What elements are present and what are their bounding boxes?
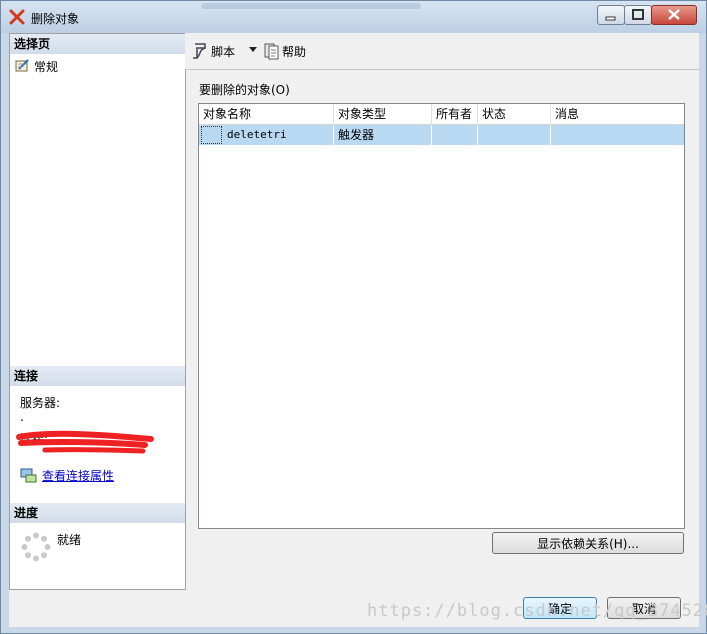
minimize-button[interactable] bbox=[597, 5, 625, 25]
table-row[interactable]: deletetri 触发器 bbox=[199, 125, 684, 145]
progress-header: 进度 bbox=[10, 503, 185, 523]
minimize-icon bbox=[605, 16, 616, 21]
progress-status: 就绪 bbox=[57, 533, 82, 547]
general-page-icon bbox=[15, 59, 29, 72]
cell-message bbox=[551, 125, 684, 145]
view-connection-properties-label: 查看连接属性 bbox=[42, 469, 115, 483]
title-bar-blur bbox=[201, 3, 421, 9]
maximize-icon bbox=[632, 9, 644, 20]
close-icon bbox=[668, 9, 680, 20]
column-header-object-name[interactable]: 对象名称 bbox=[199, 104, 334, 124]
column-header-message[interactable]: 消息 bbox=[551, 104, 684, 124]
script-icon bbox=[193, 43, 206, 59]
connection-properties-icon bbox=[20, 468, 37, 483]
help-label: 帮助 bbox=[282, 45, 307, 59]
objects-to-delete-label: 要删除的对象(O) bbox=[199, 83, 290, 97]
maximize-button[interactable] bbox=[624, 5, 652, 25]
help-icon bbox=[264, 43, 279, 60]
script-label: 脚本 bbox=[211, 45, 236, 59]
cell-status bbox=[478, 125, 551, 145]
row-focus-box bbox=[201, 126, 222, 144]
redaction-scribble bbox=[16, 430, 154, 454]
connection-header: 连接 bbox=[10, 366, 185, 386]
objects-grid[interactable]: 对象名称 对象类型 所有者 状态 消息 deletetri 触发器 bbox=[198, 103, 685, 529]
script-dropdown-arrow-icon[interactable] bbox=[249, 47, 258, 53]
cell-owner bbox=[432, 125, 478, 145]
progress-spinner-icon bbox=[21, 532, 51, 562]
toolbar: 脚本 帮助 bbox=[185, 33, 699, 70]
dialog-client-area: 选择页 常规 连接 服务器: . 连接: 查看连接属性 进度 就绪 脚本 帮助 … bbox=[9, 33, 707, 627]
column-header-object-type[interactable]: 对象类型 bbox=[334, 104, 432, 124]
window-title: 删除对象 bbox=[31, 12, 80, 26]
delete-x-icon bbox=[9, 9, 25, 25]
title-bar[interactable]: 删除对象 bbox=[1, 1, 706, 33]
column-header-status[interactable]: 状态 bbox=[478, 104, 551, 124]
show-dependencies-button[interactable]: 显示依赖关系(H)... bbox=[492, 532, 684, 554]
server-value: . bbox=[20, 410, 24, 424]
cell-object-name: deletetri bbox=[223, 125, 334, 145]
page-item-label: 常规 bbox=[34, 60, 59, 74]
watermark-text: https://blog.csdn.net/qq_37452827 bbox=[367, 601, 707, 621]
left-pane: 选择页 常规 连接 服务器: . 连接: 查看连接属性 进度 就绪 bbox=[9, 33, 186, 590]
column-header-owner[interactable]: 所有者 bbox=[432, 104, 478, 124]
cell-object-type: 触发器 bbox=[334, 125, 432, 145]
close-button[interactable] bbox=[651, 5, 697, 25]
grid-header: 对象名称 对象类型 所有者 状态 消息 bbox=[199, 104, 684, 125]
server-label: 服务器: bbox=[20, 396, 61, 410]
select-page-header: 选择页 bbox=[10, 34, 185, 54]
delete-object-dialog: 删除对象 选择页 常规 连接 服务器: . 连接: 查看连接属性 进度 就绪 脚… bbox=[0, 0, 707, 634]
